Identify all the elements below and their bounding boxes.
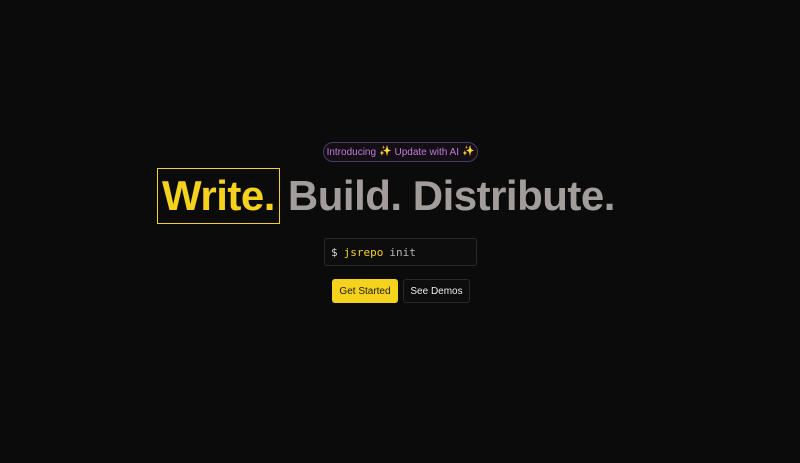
badge-intro-text: Introducing <box>326 146 377 158</box>
command-argument: init <box>389 245 416 259</box>
install-command-box[interactable]: $ jsrepo init <box>324 238 477 266</box>
badge-feature-text: Update with AI <box>394 146 459 158</box>
sparkles-icon: ✨ <box>461 146 475 157</box>
headline-highlighted-word: Write. <box>157 168 280 224</box>
sparkles-icon: ✨ <box>379 146 392 157</box>
announcement-badge[interactable]: Introducing ✨ Update with AI ✨ <box>323 142 478 162</box>
landing-page: Introducing ✨ Update with AI ✨ Write. Bu… <box>0 0 800 463</box>
command-prompt-symbol: $ <box>331 245 338 259</box>
headline-rest: Build. Distribute. <box>287 172 616 219</box>
command-tool-name: jsrepo <box>343 245 384 259</box>
get-started-button[interactable]: Get Started <box>332 279 398 303</box>
hero-headline: Write. Build. Distribute. <box>157 168 615 224</box>
see-demos-button[interactable]: See Demos <box>403 279 470 303</box>
